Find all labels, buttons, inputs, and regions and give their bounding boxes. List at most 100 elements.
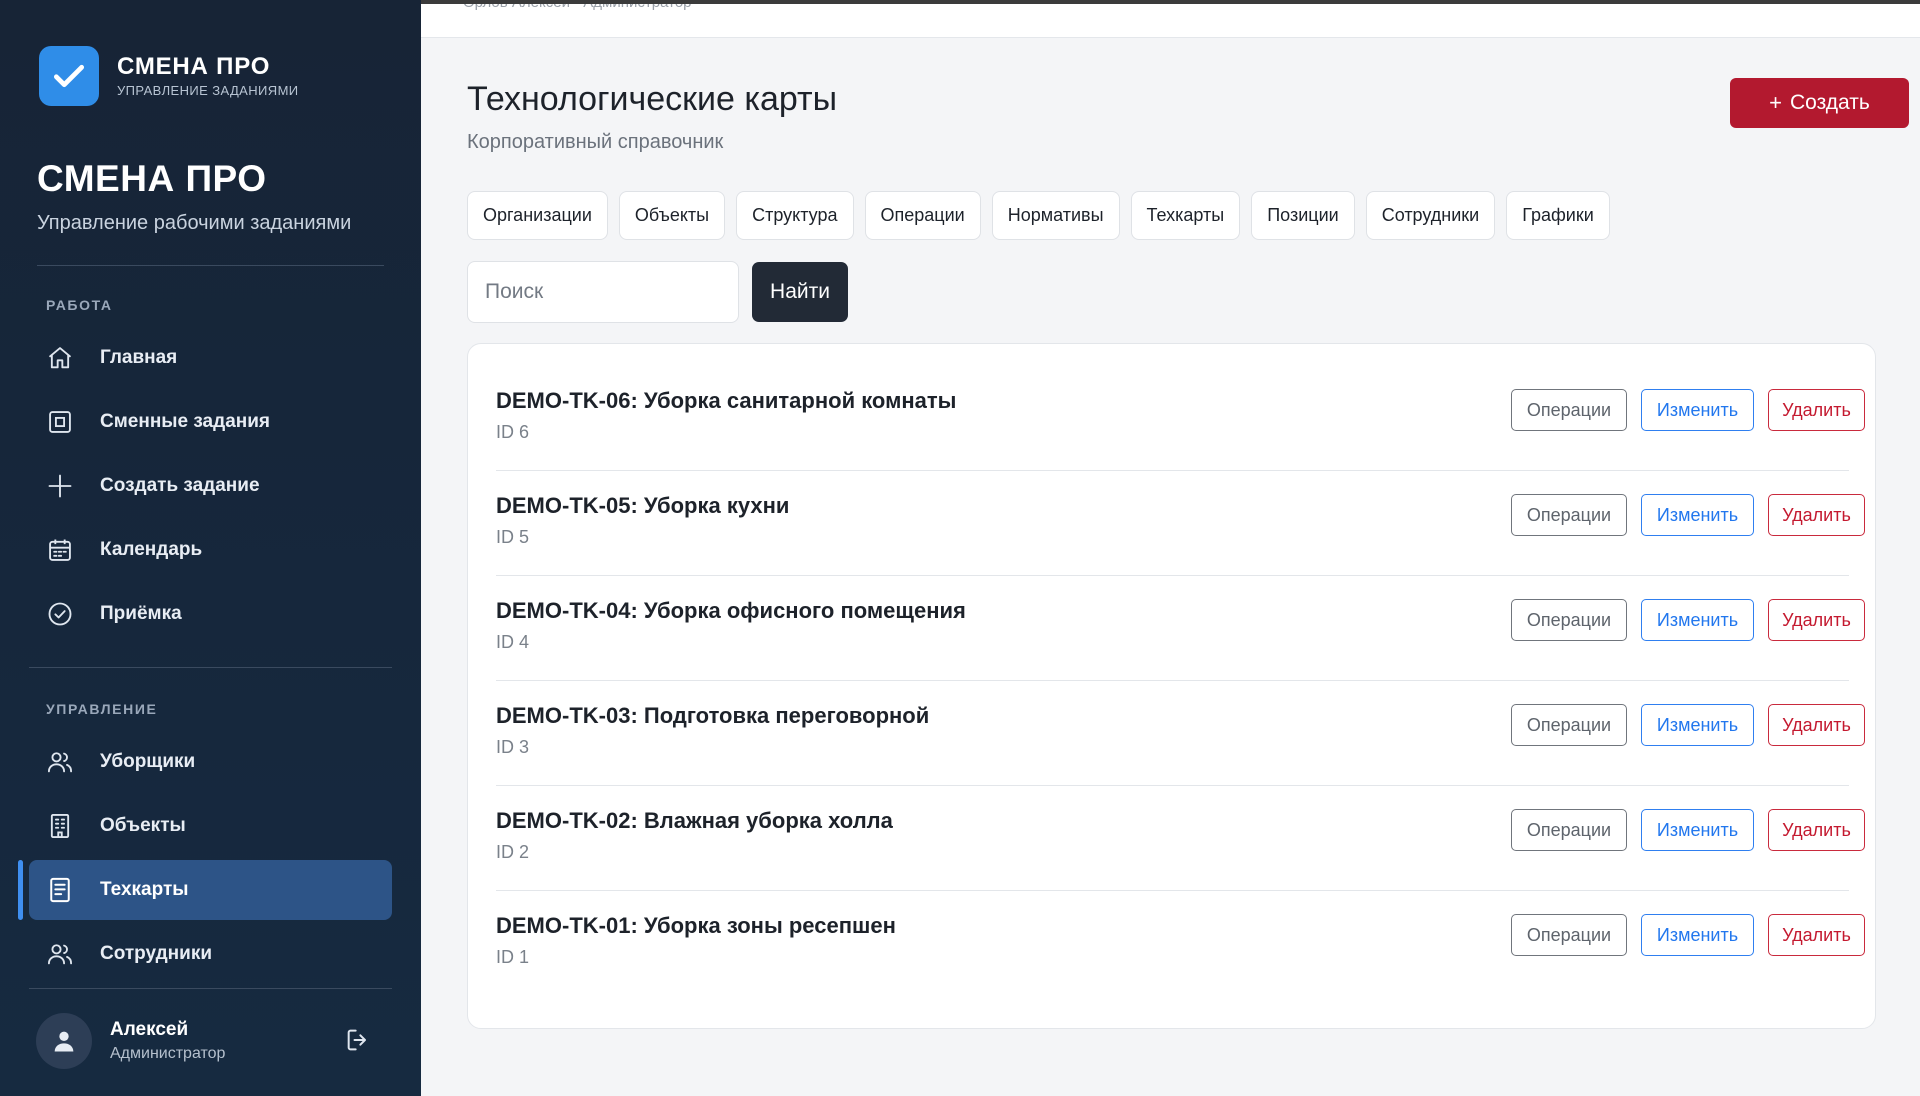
- sidebar-item-create-task[interactable]: Создать задание: [29, 456, 392, 516]
- top-bar-user: Орлов Алексей · Администратор: [463, 0, 692, 11]
- sidebar-item-employees[interactable]: Сотрудники: [29, 924, 392, 984]
- edit-button[interactable]: Изменить: [1641, 599, 1754, 641]
- sidebar-item-label: Сотрудники: [100, 943, 213, 964]
- logout-icon[interactable]: [342, 1024, 374, 1056]
- section-label-work: РАБОТА: [46, 297, 113, 313]
- sidebar-item-home[interactable]: Главная: [29, 328, 392, 388]
- logo-title: СМЕНА ПРО: [117, 53, 271, 80]
- brand-subtitle: Управление рабочими заданиями: [37, 212, 352, 234]
- tab-schedules[interactable]: Графики: [1506, 191, 1610, 240]
- avatar: [36, 1013, 92, 1069]
- page-title: Технологические карты: [467, 80, 838, 118]
- sidebar-item-label: Календарь: [100, 539, 203, 560]
- techcard-id: ID 6: [496, 422, 530, 442]
- sidebar-item-label: Создать задание: [100, 475, 260, 496]
- document-icon: [45, 875, 75, 905]
- sidebar-item-objects[interactable]: Объекты: [29, 796, 392, 856]
- search-input[interactable]: [467, 261, 739, 323]
- list-item: DEMO-TK-03: Подготовка переговорной ID 3…: [496, 681, 1865, 786]
- techcard-id: ID 5: [496, 527, 530, 547]
- techcard-id: ID 4: [496, 632, 530, 652]
- operations-button[interactable]: Операции: [1511, 494, 1627, 536]
- sidebar-item-label: Главная: [100, 347, 178, 368]
- operations-button[interactable]: Операции: [1511, 389, 1627, 431]
- task-square-icon: [45, 407, 75, 437]
- delete-button[interactable]: Удалить: [1768, 704, 1865, 746]
- user-role: Администратор: [110, 1045, 226, 1062]
- techcard-id: ID 3: [496, 737, 530, 757]
- list-item: DEMO-TK-04: Уборка офисного помещения ID…: [496, 576, 1865, 681]
- user-profile[interactable]: Алексей Администратор: [36, 1013, 225, 1069]
- techcard-title[interactable]: DEMO-TK-03: Подготовка переговорной: [496, 703, 929, 729]
- list-item: DEMO-TK-02: Влажная уборка холла ID 2 Оп…: [496, 786, 1865, 891]
- operations-button[interactable]: Операции: [1511, 914, 1627, 956]
- home-icon: [45, 343, 75, 373]
- sidebar-item-cleaners[interactable]: Уборщики: [29, 732, 392, 792]
- sidebar-item-calendar[interactable]: Календарь: [29, 520, 392, 580]
- logo-subtitle: УПРАВЛЕНИЕ ЗАДАНИЯМИ: [117, 83, 299, 98]
- search-button[interactable]: Найти: [752, 262, 848, 322]
- techcard-title[interactable]: DEMO-TK-01: Уборка зоны ресепшен: [496, 913, 896, 939]
- edit-button[interactable]: Изменить: [1641, 494, 1754, 536]
- techcard-title[interactable]: DEMO-TK-06: Уборка санитарной комнаты: [496, 388, 956, 414]
- list-item: DEMO-TK-01: Уборка зоны ресепшен ID 1 Оп…: [496, 891, 1865, 996]
- plus-icon: [45, 471, 75, 501]
- edit-button[interactable]: Изменить: [1641, 914, 1754, 956]
- plus-icon: +: [1769, 90, 1783, 115]
- delete-button[interactable]: Удалить: [1768, 914, 1865, 956]
- sidebar-item-label: Техкарты: [100, 879, 189, 900]
- techcard-title[interactable]: DEMO-TK-02: Влажная уборка холла: [496, 808, 893, 834]
- edit-button[interactable]: Изменить: [1641, 809, 1754, 851]
- user-name: Алексей: [110, 1019, 189, 1040]
- sidebar-item-techcards[interactable]: Техкарты: [29, 860, 392, 920]
- operations-button[interactable]: Операции: [1511, 809, 1627, 851]
- section-label-manage: УПРАВЛЕНИЕ: [46, 701, 158, 717]
- logo[interactable]: СМЕНА ПРО УПРАВЛЕНИЕ ЗАДАНИЯМИ: [39, 46, 299, 106]
- calendar-icon: [45, 535, 75, 565]
- edit-button[interactable]: Изменить: [1641, 389, 1754, 431]
- check-circle-icon: [45, 599, 75, 629]
- tab-structure[interactable]: Структура: [736, 191, 854, 240]
- app: СМЕНА ПРО УПРАВЛЕНИЕ ЗАДАНИЯМИ СМЕНА ПРО…: [0, 0, 1920, 1096]
- sidebar-item-shift-tasks[interactable]: Сменные задания: [29, 392, 392, 452]
- techcard-id: ID 2: [496, 842, 530, 862]
- techcard-id: ID 1: [496, 947, 530, 967]
- active-indicator: [18, 860, 23, 920]
- sidebar-divider: [29, 667, 392, 668]
- sidebar-item-label: Объекты: [100, 815, 186, 836]
- sidebar-divider: [29, 988, 392, 989]
- delete-button[interactable]: Удалить: [1768, 494, 1865, 536]
- page-subtitle: Корпоративный справочник: [467, 131, 724, 153]
- checkmark-logo-icon: [39, 46, 99, 106]
- operations-button[interactable]: Операции: [1511, 704, 1627, 746]
- tab-norms[interactable]: Нормативы: [991, 191, 1120, 240]
- tab-positions[interactable]: Позиции: [1251, 191, 1355, 240]
- techcard-title[interactable]: DEMO-TK-05: Уборка кухни: [496, 493, 789, 519]
- brand-title: СМЕНА ПРО: [37, 158, 267, 199]
- sidebar-item-acceptance[interactable]: Приёмка: [29, 584, 392, 644]
- users-icon: [45, 747, 75, 777]
- tab-employees[interactable]: Сотрудники: [1365, 191, 1496, 240]
- delete-button[interactable]: Удалить: [1768, 809, 1865, 851]
- tab-techcards[interactable]: Техкарты: [1130, 191, 1241, 240]
- list-item: DEMO-TK-06: Уборка санитарной комнаты ID…: [496, 366, 1865, 471]
- building-icon: [45, 811, 75, 841]
- sidebar: СМЕНА ПРО УПРАВЛЕНИЕ ЗАДАНИЯМИ СМЕНА ПРО…: [0, 0, 421, 1096]
- sidebar-divider: [37, 265, 384, 266]
- techcard-list: DEMO-TK-06: Уборка санитарной комнаты ID…: [467, 343, 1876, 1029]
- users-icon: [45, 939, 75, 969]
- tab-objects[interactable]: Объекты: [618, 191, 726, 240]
- list-item: DEMO-TK-05: Уборка кухни ID 5 Операции И…: [496, 471, 1865, 576]
- directory-tabs: Организации Объекты Структура Операции Н…: [467, 191, 1610, 240]
- tab-organizations[interactable]: Организации: [467, 191, 608, 240]
- delete-button[interactable]: Удалить: [1768, 389, 1865, 431]
- user-icon: [54, 1031, 74, 1052]
- techcard-title[interactable]: DEMO-TK-04: Уборка офисного помещения: [496, 598, 966, 624]
- sidebar-item-label: Приёмка: [100, 603, 182, 624]
- create-button[interactable]: + Создать: [1730, 78, 1909, 128]
- tab-operations[interactable]: Операции: [864, 191, 981, 240]
- operations-button[interactable]: Операции: [1511, 599, 1627, 641]
- edit-button[interactable]: Изменить: [1641, 704, 1754, 746]
- create-button-label: Создать: [1790, 91, 1870, 114]
- delete-button[interactable]: Удалить: [1768, 599, 1865, 641]
